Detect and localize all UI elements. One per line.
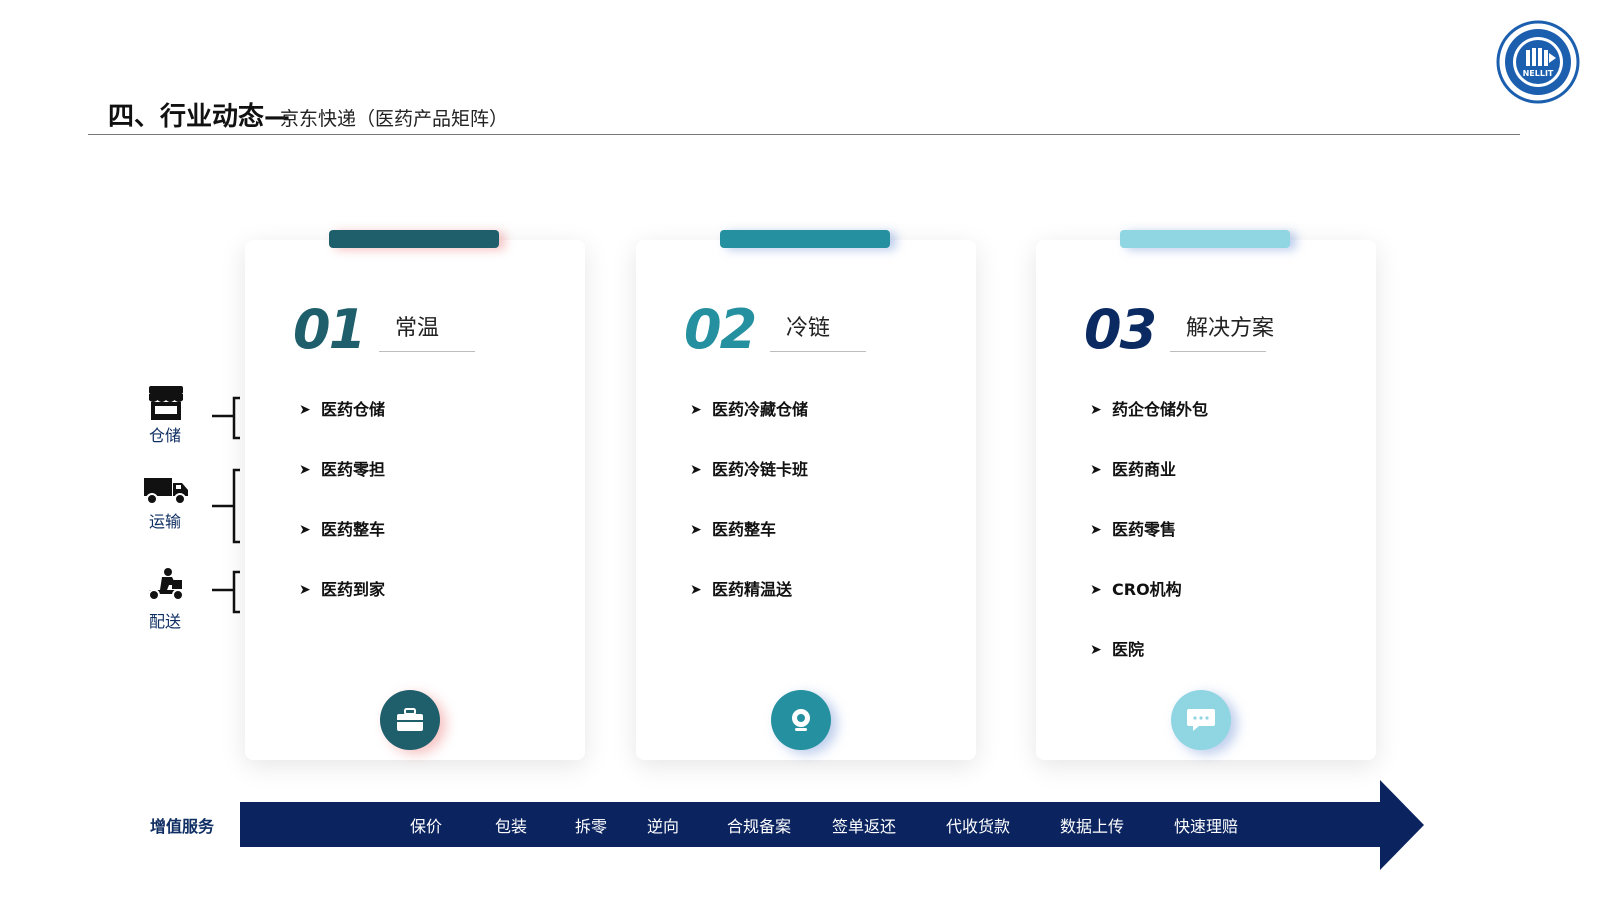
card-title: 冷链: [786, 316, 831, 341]
service-item: 包装: [495, 817, 528, 836]
card-number: 03: [1084, 298, 1157, 361]
list-item: ➤ 医药冷链卡班: [690, 460, 809, 479]
list-item: ➤ 医药整车: [299, 520, 386, 539]
store-icon: [146, 384, 186, 420]
services-arrow-head: [1380, 780, 1424, 870]
list-item: ➤ 医药商业: [1090, 460, 1177, 479]
card-number: 02: [684, 298, 757, 361]
item-list: ➤ 药企仓储外包 ➤ 医药商业 ➤ 医药零售 ➤ CRO机构 ➤ 医院: [1090, 400, 1208, 700]
item-list: ➤ 医药仓储 ➤ 医药零担 ➤ 医药整车 ➤ 医药到家: [299, 400, 385, 640]
list-item: ➤ 医药仓储: [299, 400, 386, 419]
webcam-icon: [771, 690, 831, 750]
organization-logo: NELLIT: [1496, 20, 1580, 104]
arrow-icon: ➤: [690, 522, 702, 538]
page-title: 四、行业动态—: [108, 102, 291, 132]
card-ambient: 01 常温 ➤ 医药仓储 ➤ 医药零担 ➤ 医药整车 ➤ 医药到家: [245, 230, 585, 760]
value-added-label: 增值服务: [150, 817, 215, 836]
card-title: 常温: [395, 316, 440, 341]
service-item: 逆向: [647, 817, 680, 836]
list-item: ➤ 医药零售: [1090, 520, 1177, 539]
service-item: 签单返还: [832, 817, 897, 836]
arrow-icon: ➤: [1090, 582, 1102, 598]
brace-storage: [212, 396, 240, 440]
service-item: 合规备案: [727, 817, 792, 836]
card-title: 解决方案: [1186, 316, 1275, 341]
arrow-icon: ➤: [299, 582, 311, 598]
card-number: 01: [293, 298, 366, 361]
brace-delivery: [212, 570, 240, 614]
title-underline: [1170, 351, 1266, 352]
title-underline: [770, 351, 866, 352]
service-item: 数据上传: [1060, 817, 1125, 836]
arrow-icon: ➤: [690, 402, 702, 418]
logo-text: NELLIT: [1523, 69, 1554, 78]
arrow-icon: ➤: [1090, 642, 1102, 658]
legend-label-transport: 运输: [148, 512, 181, 531]
service-item: 拆零: [575, 817, 608, 836]
briefcase-icon: [380, 690, 440, 750]
chat-icon: [1171, 690, 1231, 750]
list-item: ➤ 医药冷藏仓储: [690, 400, 809, 419]
card-solutions: 03 解决方案 ➤ 药企仓储外包 ➤ 医药商业 ➤ 医药零售 ➤ CRO机构 ➤ 医院: [1036, 230, 1376, 760]
card-tab: [1120, 230, 1290, 248]
title-underline: [379, 351, 475, 352]
arrow-icon: ➤: [1090, 402, 1102, 418]
service-item: 代收货款: [946, 817, 1011, 836]
service-item: 保价: [410, 817, 443, 836]
list-item: ➤ 医药整车: [690, 520, 777, 539]
arrow-icon: ➤: [299, 402, 311, 418]
arrow-icon: ➤: [690, 462, 702, 478]
list-item: ➤ CRO机构: [1090, 580, 1182, 599]
truck-icon: [143, 474, 188, 510]
header-divider: [88, 134, 1520, 135]
page-subtitle: 京东快递（医药产品矩阵）: [280, 108, 509, 130]
list-item: ➤ 药企仓储外包: [1090, 400, 1209, 419]
arrow-icon: ➤: [1090, 462, 1102, 478]
item-list: ➤ 医药冷藏仓储 ➤ 医药冷链卡班 ➤ 医药整车 ➤ 医药精温送: [690, 400, 808, 640]
list-item: ➤ 医药精温送: [690, 580, 793, 599]
brace-transport: [212, 468, 240, 544]
courier-icon: [146, 568, 186, 604]
arrow-icon: ➤: [690, 582, 702, 598]
arrow-icon: ➤: [299, 522, 311, 538]
card-cold-chain: 02 冷链 ➤ 医药冷藏仓储 ➤ 医药冷链卡班 ➤ 医药整车 ➤ 医药精温送: [636, 230, 976, 760]
arrow-icon: ➤: [1090, 522, 1102, 538]
list-item: ➤ 医药到家: [299, 580, 386, 599]
legend-label-delivery: 配送: [148, 612, 181, 631]
card-tab: [720, 230, 890, 248]
legend-label-storage: 仓储: [148, 426, 181, 445]
list-item: ➤ 医药零担: [299, 460, 386, 479]
card-tab: [329, 230, 499, 248]
service-item: 快速理赔: [1174, 817, 1239, 836]
arrow-icon: ➤: [299, 462, 311, 478]
